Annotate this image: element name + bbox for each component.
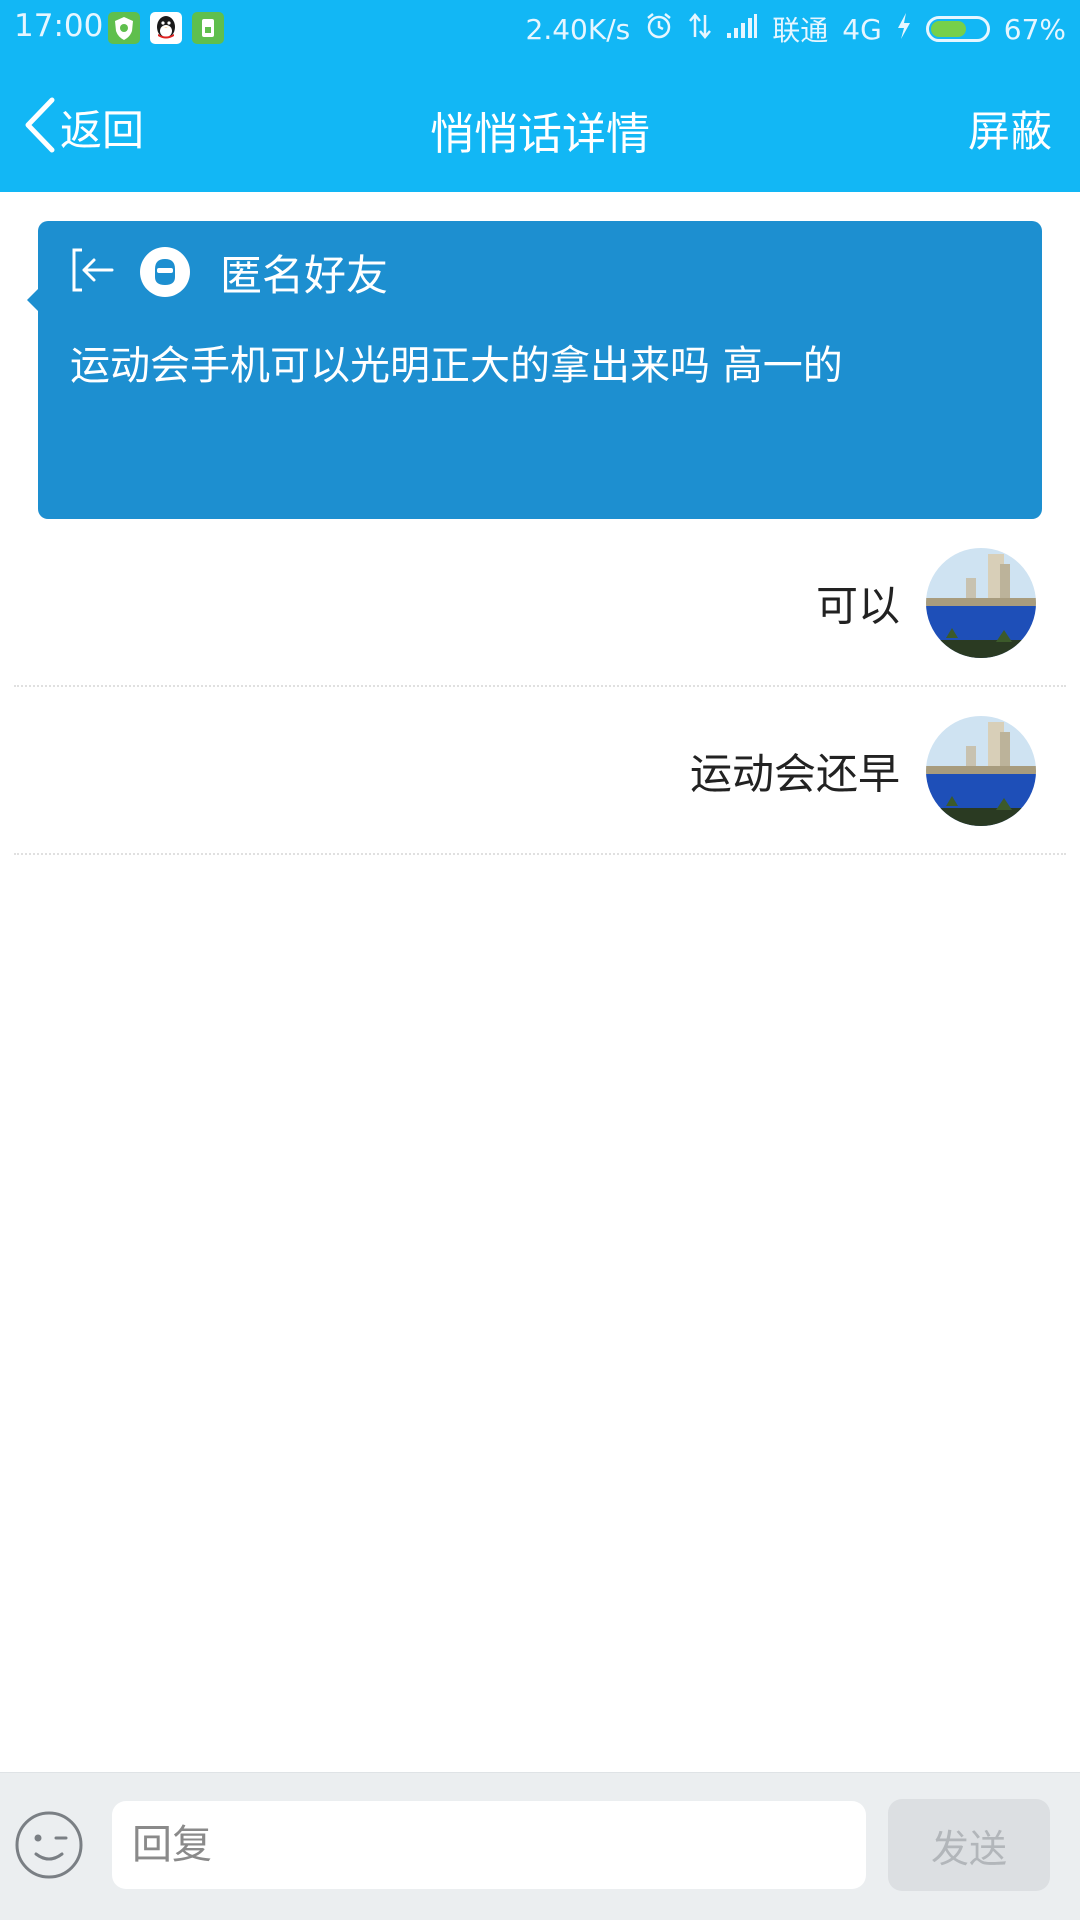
- status-time: 17:00: [14, 8, 104, 44]
- network-type: 4G: [842, 12, 882, 46]
- anonymous-avatar-icon: [140, 247, 190, 297]
- whisper-sender: 匿名好友: [220, 250, 389, 300]
- whisper-content: 运动会手机可以光明正大的拿出来吗 高一的: [70, 343, 843, 389]
- shield-app-icon: [108, 12, 140, 44]
- whisper-header: 匿名好友: [68, 246, 388, 300]
- nav-bar: 返回 悄悄话详情 屏蔽: [0, 58, 1080, 192]
- status-bar: 17:00 2.40K/s 联通 4G 67%: [0, 0, 1080, 58]
- top-bar: 17:00 2.40K/s 联通 4G 67% 返回 悄悄话详情 屏蔽: [0, 0, 1080, 192]
- emoji-icon[interactable]: [14, 1810, 84, 1880]
- reply-input-bar: 发送: [0, 1772, 1080, 1920]
- exit-arrow-icon[interactable]: [68, 246, 116, 298]
- sim-app-icon: [192, 12, 224, 44]
- carrier: 联通: [772, 14, 829, 47]
- signal-icon: [726, 13, 758, 46]
- battery-level-fill: [930, 21, 966, 37]
- alarm-icon: [644, 11, 674, 48]
- reply-item[interactable]: 运动会还早: [0, 687, 1080, 855]
- user-avatar[interactable]: [926, 548, 1036, 658]
- battery-percent: 67%: [1003, 12, 1066, 46]
- block-button[interactable]: 屏蔽: [968, 98, 1052, 159]
- whisper-card: 匿名好友 运动会手机可以光明正大的拿出来吗 高一的: [27, 221, 1042, 519]
- reply-item[interactable]: 可以: [0, 519, 1080, 687]
- reply-text: 运动会还早: [689, 749, 900, 799]
- charging-icon: [896, 12, 912, 47]
- send-button[interactable]: 发送: [888, 1799, 1050, 1891]
- battery-icon: [925, 16, 990, 42]
- divider: [14, 853, 1066, 855]
- data-transfer-icon: [688, 11, 712, 48]
- reply-input[interactable]: [112, 1801, 866, 1889]
- user-avatar[interactable]: [926, 716, 1036, 826]
- page-title: 悄悄话详情: [430, 109, 650, 160]
- qq-penguin-icon: [150, 12, 182, 44]
- status-right: 2.40K/s 联通 4G 67%: [525, 8, 1066, 50]
- reply-text: 可以: [815, 581, 900, 631]
- network-speed: 2.40K/s: [525, 12, 631, 46]
